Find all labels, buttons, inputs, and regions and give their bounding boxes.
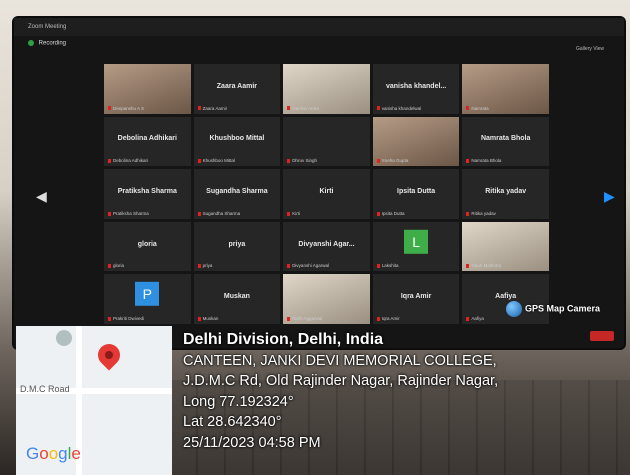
participant-tag: Ipsita Dutta (377, 211, 405, 216)
participant-tag: Lakshita (377, 263, 399, 268)
participant-tile[interactable]: Deepanshu A S (104, 64, 191, 114)
gps-map-camera-logo: GPS Map Camera (506, 301, 600, 317)
window-title: Zoom Meeting (28, 24, 67, 30)
participant-tile[interactable]: Ritika yadav Ritika yadav (462, 169, 549, 219)
globe-icon (506, 301, 522, 317)
participant-tile[interactable]: Namrata Bhola Namrata Bhola (462, 116, 549, 167)
participant-name: Pratiksha Sharma (117, 188, 177, 196)
participant-tag: Sugandha Sharma (198, 211, 241, 216)
participant-tile[interactable]: Debolina Adhikari Debolina Adhikari (104, 116, 191, 167)
participant-grid: Deepanshu A S Zaara Aamir Zaara Aamir Garim… (104, 64, 549, 324)
gallery-view-button[interactable]: Gallery View (576, 46, 604, 52)
participant-tile[interactable]: Divyanshi Agar... Divyanshi Agarwal (283, 221, 370, 272)
latitude: Lat 28.642340° (183, 414, 282, 430)
participant-tag: priya (198, 263, 213, 268)
participant-tag: Debolina Adhikari (108, 158, 148, 163)
participant-tile[interactable]: Iqra Amir Iqra Amir (372, 274, 460, 324)
timestamp: 25/11/2023 04:58 PM (183, 434, 321, 451)
gps-info-overlay: Delhi Division, Delhi, India CANTEEN, JA… (183, 330, 498, 453)
participant-tile[interactable]: Khushboo Mittal Khushboo Mittal (193, 116, 281, 167)
recording-label: Recording (38, 40, 67, 47)
google-logo: Google (26, 444, 81, 463)
zoom-window: Zoom Meeting Recording Gallery View Deep… (14, 18, 624, 348)
participant-name: Debolina Adhikari (117, 135, 177, 143)
participant-tile[interactable]: gloria gloria (104, 221, 191, 272)
participant-name: Sugandha Sharma (206, 188, 268, 196)
participant-tag: Zaara Aamir (198, 106, 228, 111)
participant-tile[interactable]: P Prakriti Dwivedi (104, 274, 191, 324)
participant-tag: vanisha khandelwal (377, 106, 421, 111)
next-page-arrow-icon[interactable]: ▶ (604, 188, 615, 205)
participant-tag: Ritika yadav (466, 211, 496, 216)
participant-tile[interactable]: Sneha Gupta (372, 116, 460, 167)
participant-tile[interactable]: Kirti Kirti (283, 169, 370, 219)
participant-name: Aafiya (495, 293, 517, 301)
participant-name: Divyanshi Agar... (298, 240, 355, 248)
participant-name: Ipsita Dutta (397, 188, 436, 196)
participant-tag: Iqra Amir (377, 316, 400, 321)
participant-name: vanisha khandel... (385, 82, 447, 90)
location-map: D.M.C Road Google (16, 326, 172, 475)
recording-indicator[interactable]: Recording (28, 40, 66, 47)
participant-name: gloria (137, 240, 157, 248)
participant-tag: Deepanshu A S (108, 106, 144, 111)
participant-tile[interactable]: Ipsita Dutta Ipsita Dutta (372, 169, 460, 219)
participant-tag: Prakriti Dwivedi (108, 316, 144, 321)
address-line-2: J.D.M.C Rd, Old Rajinder Nagar, Rajinder… (183, 373, 499, 389)
participant-name: Iqra Amir (400, 293, 432, 301)
participant-tile[interactable]: Dhruv Singh (283, 116, 370, 167)
participant-tile[interactable]: Zaara Aamir Zaara Aamir (193, 64, 281, 114)
participant-tag: Muskan (198, 316, 219, 321)
participant-avatar: P (135, 282, 160, 307)
participant-avatar: L (404, 229, 429, 254)
participant-tag: Namrata Bhola (466, 158, 501, 163)
location-title: Delhi Division, Delhi, India (183, 331, 384, 348)
map-road-label: D.M.C Road (20, 384, 70, 394)
participant-name: priya (228, 240, 246, 248)
participant-tag: Gauri Malhotra (466, 263, 501, 268)
participant-tag: Sneha Gupta (377, 158, 409, 163)
participant-name: Kirti (319, 188, 334, 196)
participant-tag: Aafiya (466, 316, 484, 321)
longitude: Long 77.192324° (183, 393, 294, 410)
gps-brand-label: GPS Map Camera (525, 303, 601, 314)
participant-tag: Khushboo Mittal (198, 158, 235, 163)
participant-tile[interactable]: vanisha khandel... vanisha khandelwal (372, 64, 460, 114)
participant-tag: Pratiksha Sharma (108, 211, 149, 216)
participant-tag: gloria (108, 263, 124, 268)
participant-tag: Ridhi Aggarwal (287, 316, 322, 321)
participant-name: Namrata Bhola (480, 135, 531, 143)
participant-name: Ritika yadav (485, 188, 527, 196)
participant-tile[interactable]: priya priya (193, 221, 281, 272)
participant-tag: Dhruv Singh (287, 158, 317, 163)
participant-tile[interactable]: Garima Arora (283, 64, 370, 114)
address-line-1: CANTEEN, JANKI DEVI MEMORIAL COLLEGE, (183, 352, 497, 369)
participant-tile[interactable]: Gauri Malhotra (462, 221, 549, 272)
end-meeting-button[interactable] (590, 331, 614, 341)
participant-tile[interactable]: L Lakshita (372, 221, 460, 272)
photo-background: Zoom Meeting Recording Gallery View Deep… (0, 0, 630, 475)
participant-name: Muskan (223, 293, 250, 301)
participant-name: Khushboo Mittal (209, 135, 265, 143)
participant-tag: Namrata (466, 106, 488, 111)
participant-tile[interactable]: Sugandha Sharma Sugandha Sharma (193, 169, 281, 219)
recording-dot-icon (28, 40, 34, 46)
participant-tile[interactable]: Muskan Muskan (193, 274, 281, 324)
participant-name: Zaara Aamir (216, 82, 257, 90)
participant-tile[interactable]: Namrata (462, 64, 549, 114)
map-place-icon (56, 330, 72, 346)
prev-page-arrow-icon[interactable]: ◀ (36, 188, 47, 205)
participant-tag: Garima Arora (287, 106, 319, 111)
window-titlebar: Zoom Meeting (14, 18, 624, 36)
participant-tag: Divyanshi Agarwal (287, 263, 329, 268)
participant-tile[interactable]: Ridhi Aggarwal (283, 274, 370, 324)
participant-tile[interactable]: Pratiksha Sharma Pratiksha Sharma (104, 169, 191, 219)
location-pin-icon (93, 339, 125, 371)
participant-tag: Kirti (287, 211, 300, 216)
